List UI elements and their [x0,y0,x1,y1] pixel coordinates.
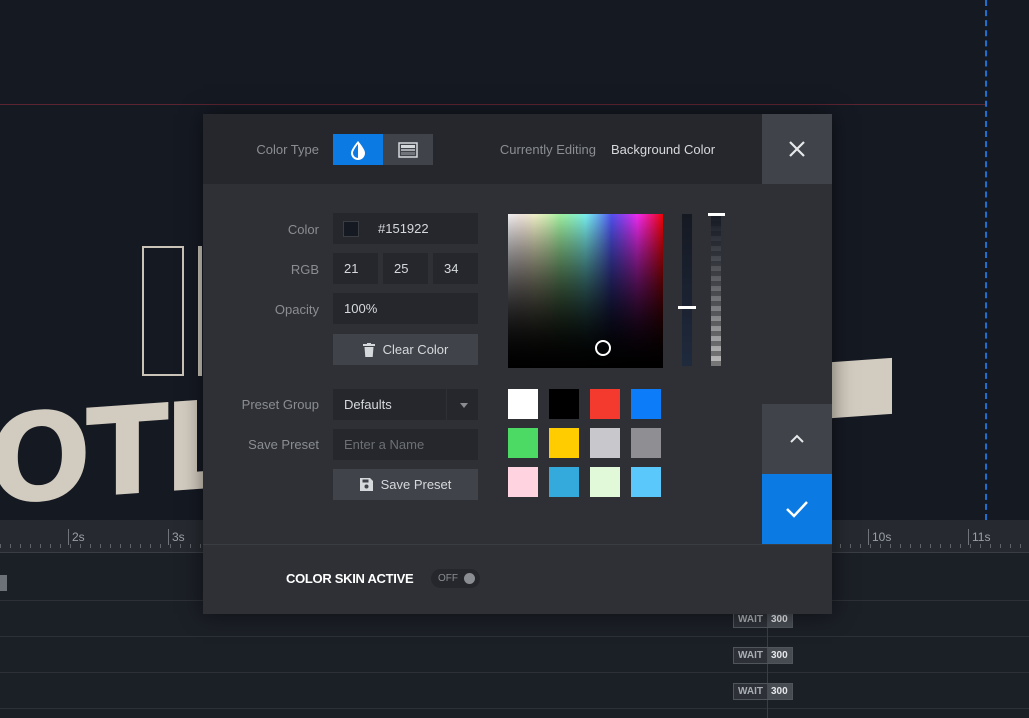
rgb-red-field[interactable]: 21 [333,253,378,284]
hue-slider-handle[interactable] [678,306,696,309]
modal-header: Color Type Currently Editing Background … [203,114,832,184]
preset-swatch[interactable] [590,389,620,419]
color-label: Color [287,222,319,237]
preset-group-select[interactable]: Defaults [333,389,478,420]
preset-swatch[interactable] [549,467,579,497]
close-button[interactable] [762,114,832,184]
picker-shade [508,214,663,368]
checkmark-icon [786,501,808,518]
layer-plank[interactable] [832,357,892,419]
currently-editing-value: Background Color [611,142,716,157]
trash-icon [362,342,375,357]
color-skin-toggle[interactable]: OFF [431,569,480,588]
preset-swatch[interactable] [590,467,620,497]
ruler-label-11s: 11s [968,529,990,545]
color-skin-label: COLOR SKIN ACTIVE [286,571,414,586]
preset-swatch[interactable] [631,389,661,419]
track-keyframe[interactable] [0,575,7,591]
preset-name-placeholder: Enter a Name [344,437,425,452]
preset-swatch[interactable] [631,428,661,458]
select-separator [446,389,447,420]
ruler-label-3s: 3s [168,529,185,545]
layer-shape-bar[interactable] [198,246,202,376]
rgb-blue-field[interactable]: 34 [433,253,478,284]
opacity-slider[interactable] [711,214,721,366]
preset-swatch[interactable] [549,389,579,419]
color-picker-modal: Color Type Currently Editing Background … [203,114,832,614]
gradient-icon [398,141,418,158]
hue-slider[interactable] [682,214,692,366]
solid-color-button[interactable] [333,134,383,165]
rgb-blue-value: 34 [444,261,459,276]
wait-label: WAIT [734,684,767,699]
timeline-track[interactable] [0,673,1029,709]
floppy-disk-icon [359,478,373,491]
wait-value: 300 [767,612,792,627]
toggle-knob [464,573,475,584]
horizontal-guide [0,104,985,105]
layer-text[interactable]: OTL [0,373,235,532]
gradient-color-button[interactable] [383,134,433,165]
preset-swatch[interactable] [508,467,538,497]
collapse-button[interactable] [762,404,832,474]
preset-swatch[interactable] [508,428,538,458]
vertical-guide [985,0,987,520]
preset-group-label: Preset Group [241,397,319,412]
color-hex-field[interactable]: #151922 [333,213,478,244]
rgb-green-value: 25 [394,261,409,276]
preset-swatch[interactable] [631,467,661,497]
wait-value: 300 [767,648,792,663]
timeline-track[interactable] [0,637,1029,673]
wait-value: 300 [767,684,792,699]
clear-color-button[interactable]: Clear Color [333,334,478,365]
opacity-label: Opacity [274,302,319,317]
preset-name-input[interactable]: Enter a Name [333,429,478,460]
wait-badge[interactable]: WAIT 300 [733,647,793,664]
clear-color-label: Clear Color [382,342,449,357]
footer-divider [203,544,832,545]
save-preset-label: Save Preset [248,437,319,452]
preset-group-value: Defaults [344,397,392,412]
color-type-label: Color Type [256,142,319,157]
apply-button[interactable] [762,474,832,544]
picker-cursor[interactable] [595,340,611,356]
rgb-label: RGB [290,262,319,277]
color-hex-value: #151922 [378,221,429,236]
layer-shape-outline[interactable] [142,246,184,376]
toggle-state: OFF [438,573,458,584]
wait-label: WAIT [734,612,767,627]
wait-label: WAIT [734,648,767,663]
ruler-label-10s: 10s [868,529,891,545]
save-preset-button[interactable]: Save Preset [333,469,478,500]
close-icon [789,141,805,157]
rgb-red-value: 21 [344,261,359,276]
wait-badge[interactable]: WAIT 300 [733,683,793,700]
preset-swatch[interactable] [590,428,620,458]
opacity-field[interactable]: 100% [333,293,478,324]
rgb-green-field[interactable]: 25 [383,253,428,284]
color-swatch [343,221,359,237]
chevron-up-icon [790,434,804,443]
drop-icon [351,140,365,160]
opacity-slider-handle[interactable] [708,213,725,216]
currently-editing-label: Currently Editing [499,142,596,157]
chevron-down-icon [460,403,468,408]
preset-swatch[interactable] [549,428,579,458]
save-preset-button-label: Save Preset [380,477,452,492]
opacity-value: 100% [344,301,378,316]
preset-swatch[interactable] [508,389,538,419]
ruler-label-2s: 2s [68,529,85,545]
